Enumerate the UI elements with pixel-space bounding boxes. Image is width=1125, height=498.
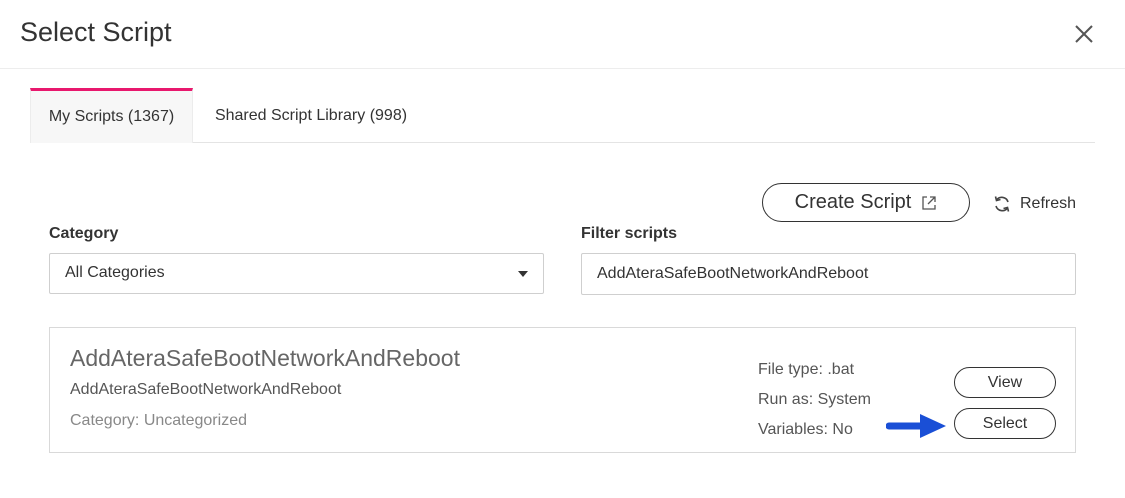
tab-my-scripts[interactable]: My Scripts (1367)	[30, 88, 193, 143]
filter-scripts-input[interactable]	[581, 253, 1076, 295]
category-select[interactable]: All Categories	[49, 253, 544, 294]
category-label: Category	[49, 225, 119, 242]
chevron-down-icon	[518, 271, 528, 277]
script-file-type: File type: .bat	[758, 361, 855, 378]
create-script-button[interactable]: Create Script	[762, 183, 970, 222]
script-name: AddAteraSafeBootNetworkAndReboot	[70, 345, 460, 371]
arrow-right-icon	[886, 414, 946, 438]
dialog-title: Select Script	[20, 17, 172, 47]
refresh-icon	[994, 196, 1010, 212]
close-icon	[1075, 25, 1093, 43]
category-select-value: All Categories	[65, 264, 165, 281]
filter-scripts-label: Filter scripts	[581, 225, 678, 242]
script-tabs: My Scripts (1367) Shared Script Library …	[30, 88, 1095, 143]
close-button[interactable]	[1070, 20, 1098, 48]
tab-shared-script-library[interactable]: Shared Script Library (998)	[193, 88, 429, 143]
script-category: Category: Uncategorized	[70, 412, 247, 429]
script-description: AddAteraSafeBootNetworkAndReboot	[70, 381, 342, 398]
script-variables: Variables: No	[758, 421, 853, 438]
external-link-icon	[922, 195, 937, 210]
view-button[interactable]: View	[954, 367, 1056, 398]
modal-header: Select Script	[0, 0, 1125, 69]
create-script-label: Create Script	[794, 191, 912, 213]
script-run-as: Run as: System	[758, 391, 871, 408]
refresh-label: Refresh	[1020, 195, 1077, 212]
refresh-button[interactable]: Refresh	[992, 192, 1076, 216]
select-button[interactable]: Select	[954, 408, 1056, 439]
